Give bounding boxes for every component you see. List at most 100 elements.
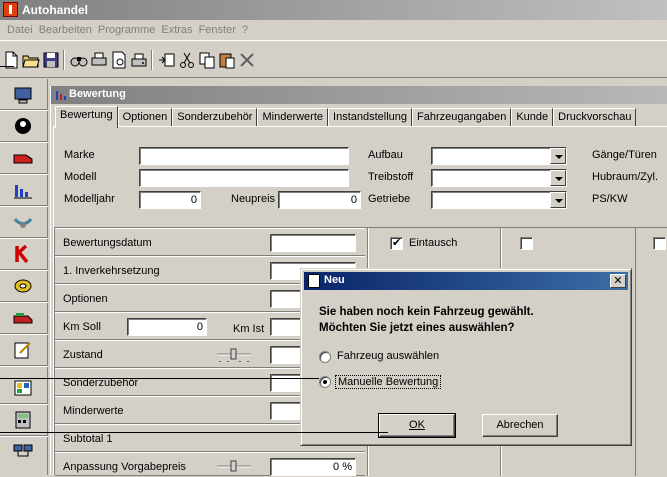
zustand-slider[interactable] [217,348,251,362]
chevron-down-icon[interactable] [550,192,566,208]
aufbau-select[interactable] [431,147,567,165]
modell-label: Modell [64,171,97,183]
k-icon[interactable] [12,243,34,265]
minderwerte-label: Minderwerte [63,405,124,417]
statistics-icon[interactable] [12,179,34,201]
getriebe-label: Getriebe [368,193,411,205]
dialog-title-bar: Neu ✕ [304,272,628,290]
dialog-title: Neu [324,274,345,286]
print-preview-icon[interactable] [110,51,128,69]
callout-line-toolbar [0,66,14,67]
eintausch-label: Eintausch [409,237,458,249]
edit-document-icon[interactable] [12,339,34,361]
inverkehrsetzung-label: 1. Inverkehrsetzung [63,265,160,277]
find-icon[interactable] [70,51,88,69]
tab-strip: Bewertung Optionen Sonderzubehör Minderw… [55,106,637,128]
bewertung-title: Bewertung [69,88,126,100]
marke-field[interactable] [139,147,349,165]
workshop-icon[interactable] [12,377,34,399]
menu-bearbeiten[interactable]: Bearbeiten [36,24,95,36]
fahrzeug-auswaehlen-label[interactable]: Fahrzeug auswählen [337,350,439,362]
marke-label: Marke [64,149,95,161]
modelljahr-field[interactable]: 0 [139,191,201,209]
zustand-label: Zustand [63,349,103,361]
tools-icon[interactable] [12,211,34,233]
dialog-message-line1: Sie haben noch kein Fahrzeug gewählt. [319,306,534,318]
km-soll-field[interactable]: 0 [127,318,207,336]
manuelle-bewertung-radio[interactable] [319,376,331,388]
modell-field[interactable] [139,169,349,187]
copy-icon[interactable] [198,51,216,69]
calculator-icon[interactable] [12,409,34,431]
save-icon[interactable] [42,51,60,69]
tab-fahrzeugangaben[interactable]: Fahrzeugangaben [412,108,512,127]
chart-icon [55,89,67,101]
vehicle-icon[interactable] [12,147,34,169]
anpassung-field[interactable]: 0 % [270,458,356,476]
subtotal-label: Subtotal 1 [63,433,113,445]
printer-setup-icon[interactable] [130,51,148,69]
gaenge-tueren-label: Gänge/Türen [592,149,657,161]
menu-fenster[interactable]: Fenster [196,24,239,36]
app-icon [3,2,18,17]
tab-optionen[interactable]: Optionen [117,108,173,127]
open-folder-icon[interactable] [22,51,40,69]
menu-programme[interactable]: Programme [95,24,158,36]
tire-icon[interactable] [12,275,34,297]
menu-extras[interactable]: Extras [158,24,195,36]
anpassung-slider[interactable] [217,460,251,474]
network-icon[interactable] [12,441,34,463]
insert-record-icon[interactable] [158,51,176,69]
tab-druckvorschau[interactable]: Druckvorschau [553,108,637,127]
callout-line-ok [0,432,388,433]
km-ist-label: Km Ist [233,323,265,335]
toolbar-separator [63,50,65,70]
abrechen-button-label: Abrechen [496,419,544,431]
menu-bar: Datei Bearbeiten Programme Extras Fenste… [0,20,667,39]
dialog-message-line2: Möchten Sie jetzt eines auswählen? [319,322,515,334]
print-icon[interactable] [90,51,108,69]
manuelle-bewertung-label[interactable]: Manuelle Bewertung [335,375,442,389]
ok-button[interactable]: OK [378,413,456,438]
chevron-down-icon[interactable] [550,170,566,186]
bewertungsdatum-field[interactable] [270,234,356,252]
customer-icon[interactable] [12,115,34,137]
tab-bewertung[interactable]: Bewertung [55,106,118,128]
bewertung-title-bar: Bewertung [51,86,667,104]
callout-line-manuelle [0,378,319,379]
program-sidebar [0,79,48,475]
monitor-icon[interactable] [12,85,34,107]
column-3-checkbox[interactable] [653,237,666,250]
anpassung-label: Anpassung Vorgabepreis [63,461,186,473]
neupreis-label: Neupreis [231,193,276,205]
cut-icon[interactable] [178,51,196,69]
tab-sonderzubehoer[interactable]: Sonderzubehör [172,108,258,127]
tab-minderwerte[interactable]: Minderwerte [257,108,329,127]
toolbar-separator [151,50,153,70]
chevron-down-icon[interactable] [550,148,566,164]
menu-help[interactable]: ? [239,24,251,36]
app-title-bar: Autohandel [0,0,667,20]
transport-icon[interactable] [12,307,34,329]
km-soll-label: Km Soll [63,321,101,333]
fahrzeug-auswaehlen-radio[interactable] [319,351,331,363]
app-title: Autohandel [22,3,88,17]
delete-icon[interactable] [238,51,256,69]
menu-datei[interactable]: Datei [4,24,36,36]
treibstoff-label: Treibstoff [368,171,414,183]
close-icon[interactable]: ✕ [610,274,626,288]
ps-kw-label: PS/KW [592,193,628,205]
abrechen-button[interactable]: Abrechen [482,414,558,437]
hubraum-label: Hubraum/Zyl. [592,171,659,183]
getriebe-select[interactable] [431,191,567,209]
treibstoff-select[interactable] [431,169,567,187]
bewertungsdatum-label: Bewertungsdatum [63,237,152,249]
neupreis-field[interactable]: 0 [278,191,361,209]
tab-kunde[interactable]: Kunde [511,108,554,127]
tab-instandstellung[interactable]: Instandstellung [328,108,413,127]
paste-icon[interactable] [218,51,236,69]
column-2-checkbox[interactable] [520,237,533,250]
optionen-label: Optionen [63,293,108,305]
eintausch-checkbox[interactable] [390,236,403,250]
aufbau-label: Aufbau [368,149,403,161]
